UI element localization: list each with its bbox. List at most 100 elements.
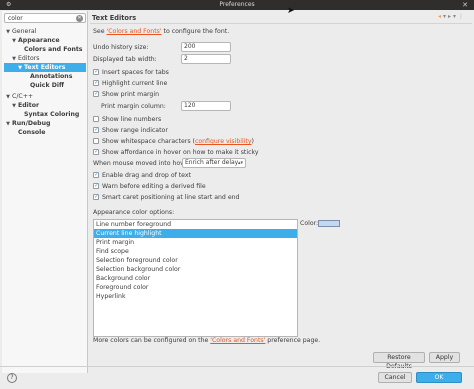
tree-item-label: Run/Debug	[12, 120, 51, 127]
tree-item-appearance[interactable]: ▼ Appearance	[10, 36, 60, 45]
whitespace-checkbox[interactable]: Show whitespace characters (configure vi…	[93, 137, 254, 146]
configure-visibility-link[interactable]: configure visibility	[195, 138, 252, 145]
smart-caret-checkbox[interactable]: Smart caret positioning at line start an…	[93, 192, 240, 202]
tree-item-label: Editors	[18, 55, 40, 62]
color-label: Color:	[300, 220, 319, 227]
tree-item-label: Syntax Coloring	[24, 111, 80, 118]
tree-item-label: Editor	[18, 102, 40, 109]
checkbox-label: Smart caret positioning at line start an…	[102, 194, 240, 201]
insert-spaces-checkbox[interactable]: Insert spaces for tabs	[93, 67, 169, 77]
hover-label: When mouse moved into hover:	[93, 160, 193, 167]
tree-item-text-editors[interactable]: ▼ Text Editors	[4, 63, 86, 72]
list-item[interactable]: Line number foreground	[94, 220, 297, 229]
print-margin-column-field[interactable]: 120	[181, 101, 231, 111]
undo-history-field[interactable]: 200	[181, 42, 231, 52]
drag-drop-checkbox[interactable]: Enable drag and drop of text	[93, 170, 191, 180]
colors-and-fonts-footer-link[interactable]: 'Colors and Fonts'	[210, 337, 265, 344]
restore-defaults-button[interactable]: Restore Defaults	[373, 352, 425, 370]
close-icon[interactable]: ✕	[462, 1, 468, 9]
list-item[interactable]: Foreground color	[94, 283, 297, 292]
intro-text: See 'Colors and Fonts' to configure the …	[93, 27, 229, 36]
footer-suffix: preference page.	[265, 337, 321, 344]
checkbox-icon[interactable]	[93, 89, 99, 98]
color-swatch-button[interactable]	[318, 220, 340, 227]
print-margin-checkbox[interactable]: Show print margin	[93, 89, 159, 99]
tree-item-label: Appearance	[18, 37, 60, 44]
title-bar: ⚙ Preferences ✕	[0, 0, 474, 10]
cancel-button[interactable]: Cancel	[378, 372, 412, 383]
header-divider	[90, 23, 472, 24]
affordance-checkbox[interactable]: Show affordance in hover on how to make …	[93, 147, 259, 157]
tree-item-console[interactable]: Console	[10, 128, 45, 137]
list-item[interactable]: Background color	[94, 274, 297, 283]
checkbox-icon[interactable]	[93, 138, 99, 144]
intro-suffix: to configure the font.	[161, 28, 230, 35]
preferences-tree: color ✕ ▼ General ▼ Appearance Colors and …	[2, 11, 88, 373]
color-options-list[interactable]: Line number foreground Current line high…	[93, 219, 298, 337]
line-numbers-checkbox[interactable]: Show line numbers	[93, 115, 161, 124]
hover-dropdown-value: Enrich after delay	[185, 159, 239, 166]
page-title: Text Editors	[92, 14, 137, 22]
footer-prefix: More colors can be configured on the	[93, 337, 211, 344]
tab-width-label: Displayed tab width:	[93, 56, 157, 63]
tree-item-annotations[interactable]: Annotations	[22, 72, 72, 81]
tree-item-label: Quick Diff	[30, 82, 64, 89]
dropdown-arrow-icon: ▴▾	[237, 160, 243, 166]
tree-item-label: C/C++	[12, 93, 34, 100]
mouse-cursor-icon: ➤	[287, 6, 295, 16]
dialog-divider	[0, 366, 474, 367]
list-item[interactable]: Find scope	[94, 247, 297, 256]
checkbox-icon[interactable]	[93, 170, 99, 179]
range-indicator-checkbox[interactable]: Show range indicator	[93, 125, 168, 135]
hover-dropdown[interactable]: Enrich after delay ▴▾	[182, 158, 246, 168]
checkbox-label: Show range indicator	[102, 127, 168, 134]
tree-item-editors[interactable]: ▼ Editors	[10, 54, 40, 63]
tree-item-cpp[interactable]: ▼ C/C++	[4, 92, 33, 101]
checkbox-icon[interactable]	[93, 125, 99, 134]
highlight-line-checkbox[interactable]: Highlight current line	[93, 78, 167, 88]
colors-and-fonts-link[interactable]: 'Colors and Fonts'	[107, 28, 162, 35]
tree-item-editor[interactable]: ▼ Editor	[10, 101, 39, 110]
checkbox-label: Warn before editing a derived file	[102, 183, 206, 190]
tree-item-label: Annotations	[30, 73, 73, 80]
print-margin-column-label: Print margin column:	[101, 103, 166, 110]
warn-derived-checkbox[interactable]: Warn before editing a derived file	[93, 181, 206, 191]
appearance-options-label: Appearance color options:	[93, 209, 175, 216]
tree-item-syntax-coloring[interactable]: Syntax Coloring	[16, 110, 79, 119]
checkbox-icon[interactable]	[93, 116, 99, 122]
checkbox-icon[interactable]	[93, 192, 99, 201]
tree-item-quick-diff[interactable]: Quick Diff	[22, 81, 64, 90]
checkbox-icon[interactable]	[93, 78, 99, 87]
list-item[interactable]: Hyperlink	[94, 292, 297, 301]
list-item[interactable]: Print margin	[94, 238, 297, 247]
tree-item-label: Console	[18, 129, 46, 136]
list-item[interactable]: Current line highlight	[94, 229, 297, 238]
apply-button[interactable]: Apply	[429, 352, 460, 363]
help-icon[interactable]: ?	[7, 373, 17, 383]
footer-note: More colors can be configured on the 'Co…	[93, 337, 320, 344]
checkbox-icon[interactable]	[93, 147, 99, 156]
checkbox-label: Show line numbers	[102, 116, 162, 123]
checkbox-label: Insert spaces for tabs	[102, 69, 169, 76]
tree-item-label: Colors and Fonts	[24, 46, 83, 53]
undo-history-label: Undo history size:	[93, 44, 149, 51]
list-item[interactable]: Selection background color	[94, 265, 297, 274]
tree-item-general[interactable]: ▼ General	[4, 27, 36, 36]
window-title: Preferences	[219, 1, 255, 8]
clear-filter-icon[interactable]: ✕	[76, 15, 83, 22]
list-item[interactable]: Selection foreground color	[94, 256, 297, 265]
checkbox-label: Show affordance in hover on how to make …	[102, 149, 259, 156]
checkbox-icon[interactable]	[93, 67, 99, 76]
tab-width-field[interactable]: 2	[181, 54, 231, 64]
page-navigation: ◂▾▸▾⋮	[438, 13, 466, 20]
ok-button[interactable]: OK	[416, 372, 462, 383]
checkbox-label: Enable drag and drop of text	[102, 172, 191, 179]
intro-prefix: See	[93, 28, 107, 35]
checkbox-label-suffix: )	[251, 138, 254, 145]
filter-input[interactable]: color ✕	[4, 13, 86, 23]
tree-item-label: General	[12, 28, 37, 35]
view-menu-icon[interactable]: ⋮	[458, 13, 466, 20]
tree-item-colors-and-fonts[interactable]: Colors and Fonts	[16, 45, 83, 54]
checkbox-icon[interactable]	[93, 181, 99, 190]
tree-item-run-debug[interactable]: ▼ Run/Debug	[4, 119, 50, 128]
